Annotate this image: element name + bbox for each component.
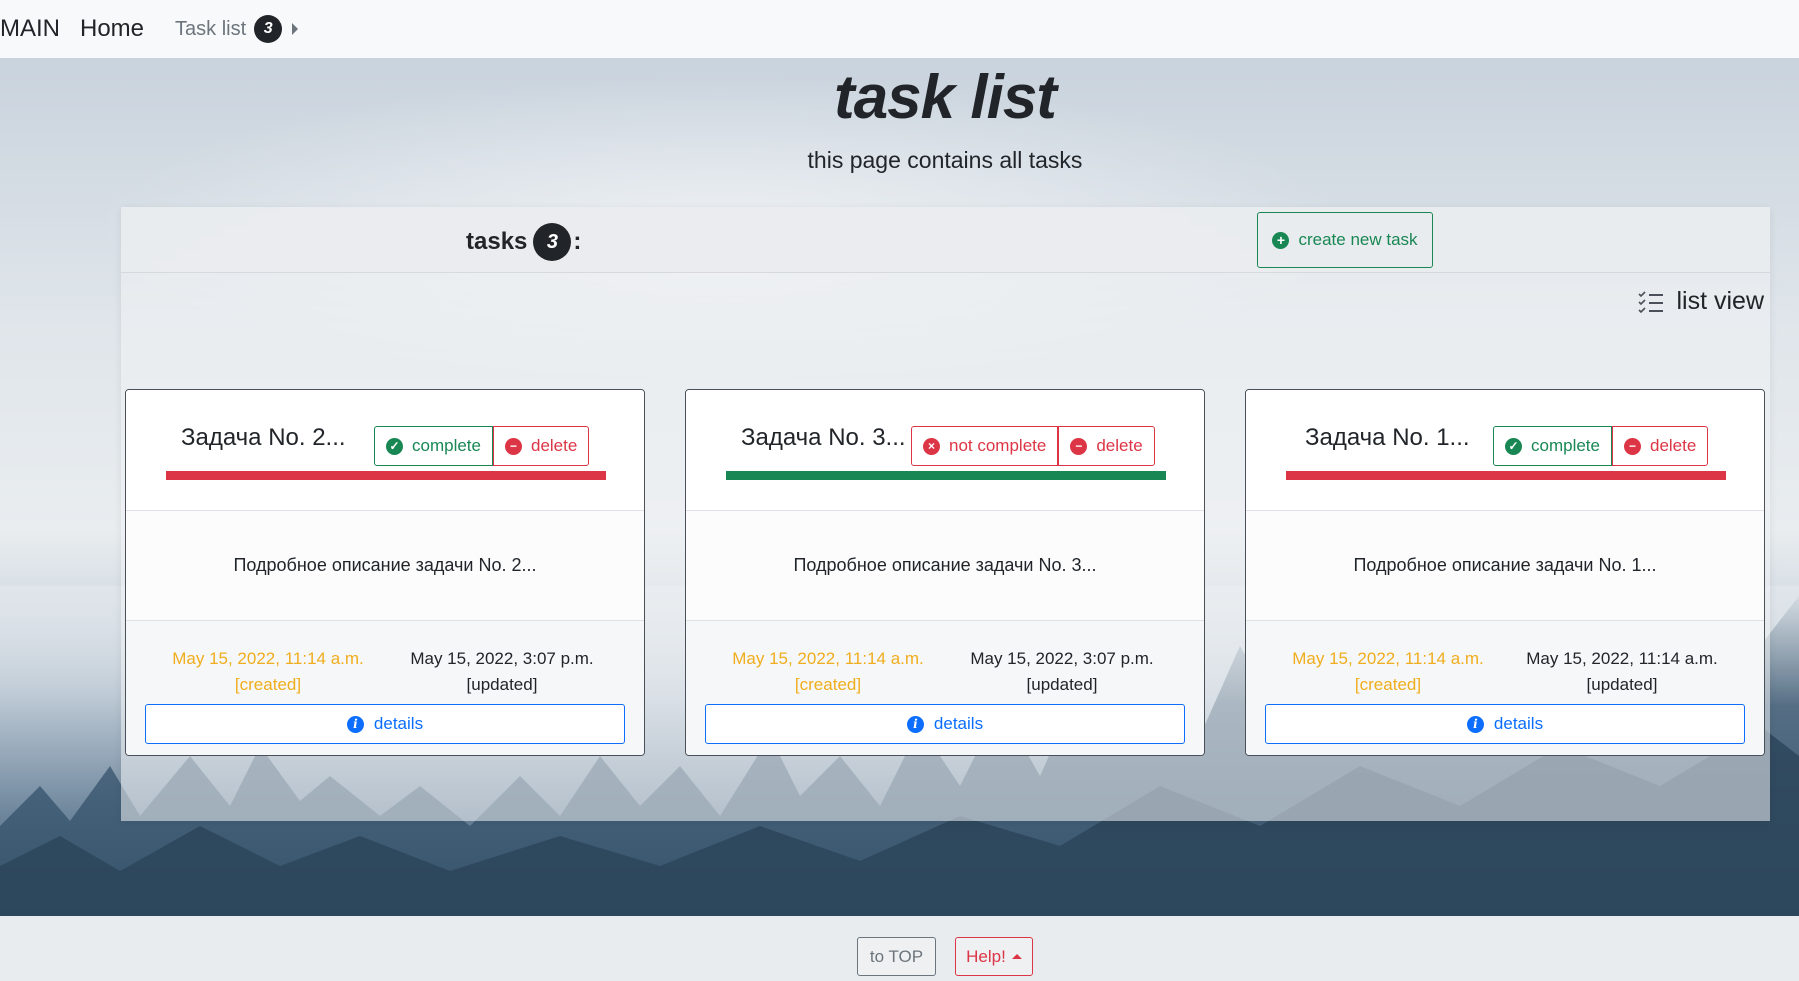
check-circle-icon: ✓ bbox=[386, 437, 403, 455]
caret-up-icon bbox=[1011, 954, 1022, 959]
task-card-header: Задача No. 2... ✓ complete − delete bbox=[126, 390, 644, 511]
task-card: Задача No. 2... ✓ complete − delete Подр… bbox=[125, 389, 645, 756]
dash-circle-icon: − bbox=[504, 437, 522, 455]
details-label: details bbox=[1493, 714, 1544, 733]
task-status-bar bbox=[726, 471, 1166, 480]
page-title: task list bbox=[834, 63, 1057, 132]
created-label: [created] bbox=[794, 675, 862, 694]
tasks-count-badge: 3 bbox=[533, 223, 572, 261]
created-timestamp: May 15, 2022, 11:14 a.m. bbox=[1292, 649, 1484, 668]
task-title[interactable]: Задача No. 2... bbox=[181, 424, 346, 452]
plus-circle-icon: + bbox=[1272, 231, 1290, 249]
updated-timestamp: May 15, 2022, 3:07 p.m. bbox=[970, 649, 1154, 668]
complete-button[interactable]: ✓ complete bbox=[1493, 426, 1612, 466]
tasks-label: tasks bbox=[466, 228, 528, 255]
updated-date: May 15, 2022, 3:07 p.m. [updated] bbox=[947, 646, 1177, 698]
x-circle-icon: × bbox=[923, 437, 940, 455]
not-complete-button[interactable]: × not complete bbox=[911, 426, 1059, 466]
info-circle-icon: i bbox=[1466, 715, 1484, 733]
created-date: May 15, 2022, 11:14 a.m. [created] bbox=[153, 646, 383, 698]
info-circle-icon: i bbox=[346, 715, 364, 733]
created-timestamp: May 15, 2022, 11:14 a.m. bbox=[732, 649, 924, 668]
create-new-task-button[interactable]: + create new task bbox=[1257, 212, 1433, 268]
created-date: May 15, 2022, 11:14 a.m. [created] bbox=[1273, 646, 1503, 698]
page-footer: to TOP Help! bbox=[0, 916, 1799, 981]
task-card-footer: May 15, 2022, 11:14 a.m. [created] May 1… bbox=[686, 621, 1204, 755]
tasks-panel-header: tasks 3 : + create new task bbox=[121, 207, 1770, 273]
task-description: Подробное описание задачи No. 2... bbox=[126, 511, 644, 621]
details-label: details bbox=[373, 714, 424, 733]
tasks-colon: : bbox=[573, 228, 582, 255]
updated-label: [updated] bbox=[1586, 675, 1658, 694]
task-description: Подробное описание задачи No. 3... bbox=[686, 511, 1204, 621]
task-card-header: Задача No. 1... ✓ complete − delete bbox=[1246, 390, 1764, 511]
task-title[interactable]: Задача No. 1... bbox=[1305, 424, 1470, 452]
info-circle-icon: i bbox=[906, 715, 924, 733]
task-card: Задача No. 3... × not complete − delete … bbox=[685, 389, 1205, 756]
task-actions: ✓ complete − delete bbox=[374, 426, 590, 466]
nav-task-count-badge: 3 bbox=[254, 15, 283, 43]
caret-right-icon bbox=[292, 23, 299, 35]
task-status-bar bbox=[1286, 471, 1726, 480]
details-button[interactable]: i details bbox=[705, 704, 1185, 744]
details-button[interactable]: i details bbox=[145, 704, 625, 744]
nav-link-home[interactable]: Home bbox=[80, 15, 144, 43]
created-label: [created] bbox=[234, 675, 302, 694]
created-date: May 15, 2022, 11:14 a.m. [created] bbox=[713, 646, 943, 698]
updated-label: [updated] bbox=[466, 675, 538, 694]
created-label: [created] bbox=[1354, 675, 1422, 694]
list-view-label: list view bbox=[1676, 287, 1764, 315]
list-view-toggle[interactable]: list view bbox=[1638, 287, 1764, 316]
updated-date: May 15, 2022, 11:14 a.m. [updated] bbox=[1507, 646, 1737, 698]
nav-dropdown-task-list[interactable]: Task list 3 bbox=[175, 15, 299, 43]
updated-label: [updated] bbox=[1026, 675, 1098, 694]
task-card-header: Задача No. 3... × not complete − delete bbox=[686, 390, 1204, 511]
updated-timestamp: May 15, 2022, 3:07 p.m. bbox=[410, 649, 594, 668]
delete-button[interactable]: − delete bbox=[1611, 426, 1709, 466]
created-timestamp: May 15, 2022, 11:14 a.m. bbox=[172, 649, 364, 668]
delete-label: delete bbox=[530, 436, 578, 455]
details-button[interactable]: i details bbox=[1265, 704, 1745, 744]
complete-label: complete bbox=[1531, 436, 1600, 455]
list-check-icon bbox=[1638, 290, 1664, 313]
complete-button[interactable]: ✓ complete bbox=[374, 426, 493, 466]
page-subtitle: this page contains all tasks bbox=[807, 147, 1083, 173]
delete-label: delete bbox=[1649, 436, 1697, 455]
complete-label: complete bbox=[412, 436, 481, 455]
help-label: Help! bbox=[966, 946, 1006, 966]
not-complete-label: not complete bbox=[949, 436, 1047, 455]
updated-timestamp: May 15, 2022, 11:14 a.m. bbox=[1526, 649, 1718, 668]
task-actions: ✓ complete − delete bbox=[1493, 426, 1709, 466]
updated-date: May 15, 2022, 3:07 p.m. [updated] bbox=[387, 646, 617, 698]
task-description: Подробное описание задачи No. 1... bbox=[1246, 511, 1764, 621]
top-navbar: MAIN Home Task list 3 bbox=[0, 0, 1799, 58]
help-dropdown-button[interactable]: Help! bbox=[955, 937, 1033, 976]
check-circle-icon: ✓ bbox=[1505, 437, 1522, 455]
details-label: details bbox=[933, 714, 984, 733]
delete-button[interactable]: − delete bbox=[492, 426, 590, 466]
task-card-footer: May 15, 2022, 11:14 a.m. [created] May 1… bbox=[1246, 621, 1764, 755]
dash-circle-icon: − bbox=[1623, 437, 1641, 455]
tasks-heading: tasks 3 : bbox=[466, 223, 581, 261]
nav-task-list-label: Task list bbox=[175, 17, 247, 40]
task-card-footer: May 15, 2022, 11:14 a.m. [created] May 1… bbox=[126, 621, 644, 755]
navbar-brand[interactable]: MAIN bbox=[0, 17, 60, 41]
task-card: Задача No. 1... ✓ complete − delete Подр… bbox=[1245, 389, 1765, 756]
task-actions: × not complete − delete bbox=[911, 426, 1155, 466]
dash-circle-icon: − bbox=[1070, 437, 1088, 455]
to-top-button[interactable]: to TOP bbox=[857, 937, 936, 976]
task-status-bar bbox=[166, 471, 606, 480]
create-new-task-label: create new task bbox=[1298, 230, 1418, 249]
delete-button[interactable]: − delete bbox=[1058, 426, 1155, 466]
task-title[interactable]: Задача No. 3... bbox=[741, 424, 906, 452]
delete-label: delete bbox=[1096, 436, 1143, 455]
